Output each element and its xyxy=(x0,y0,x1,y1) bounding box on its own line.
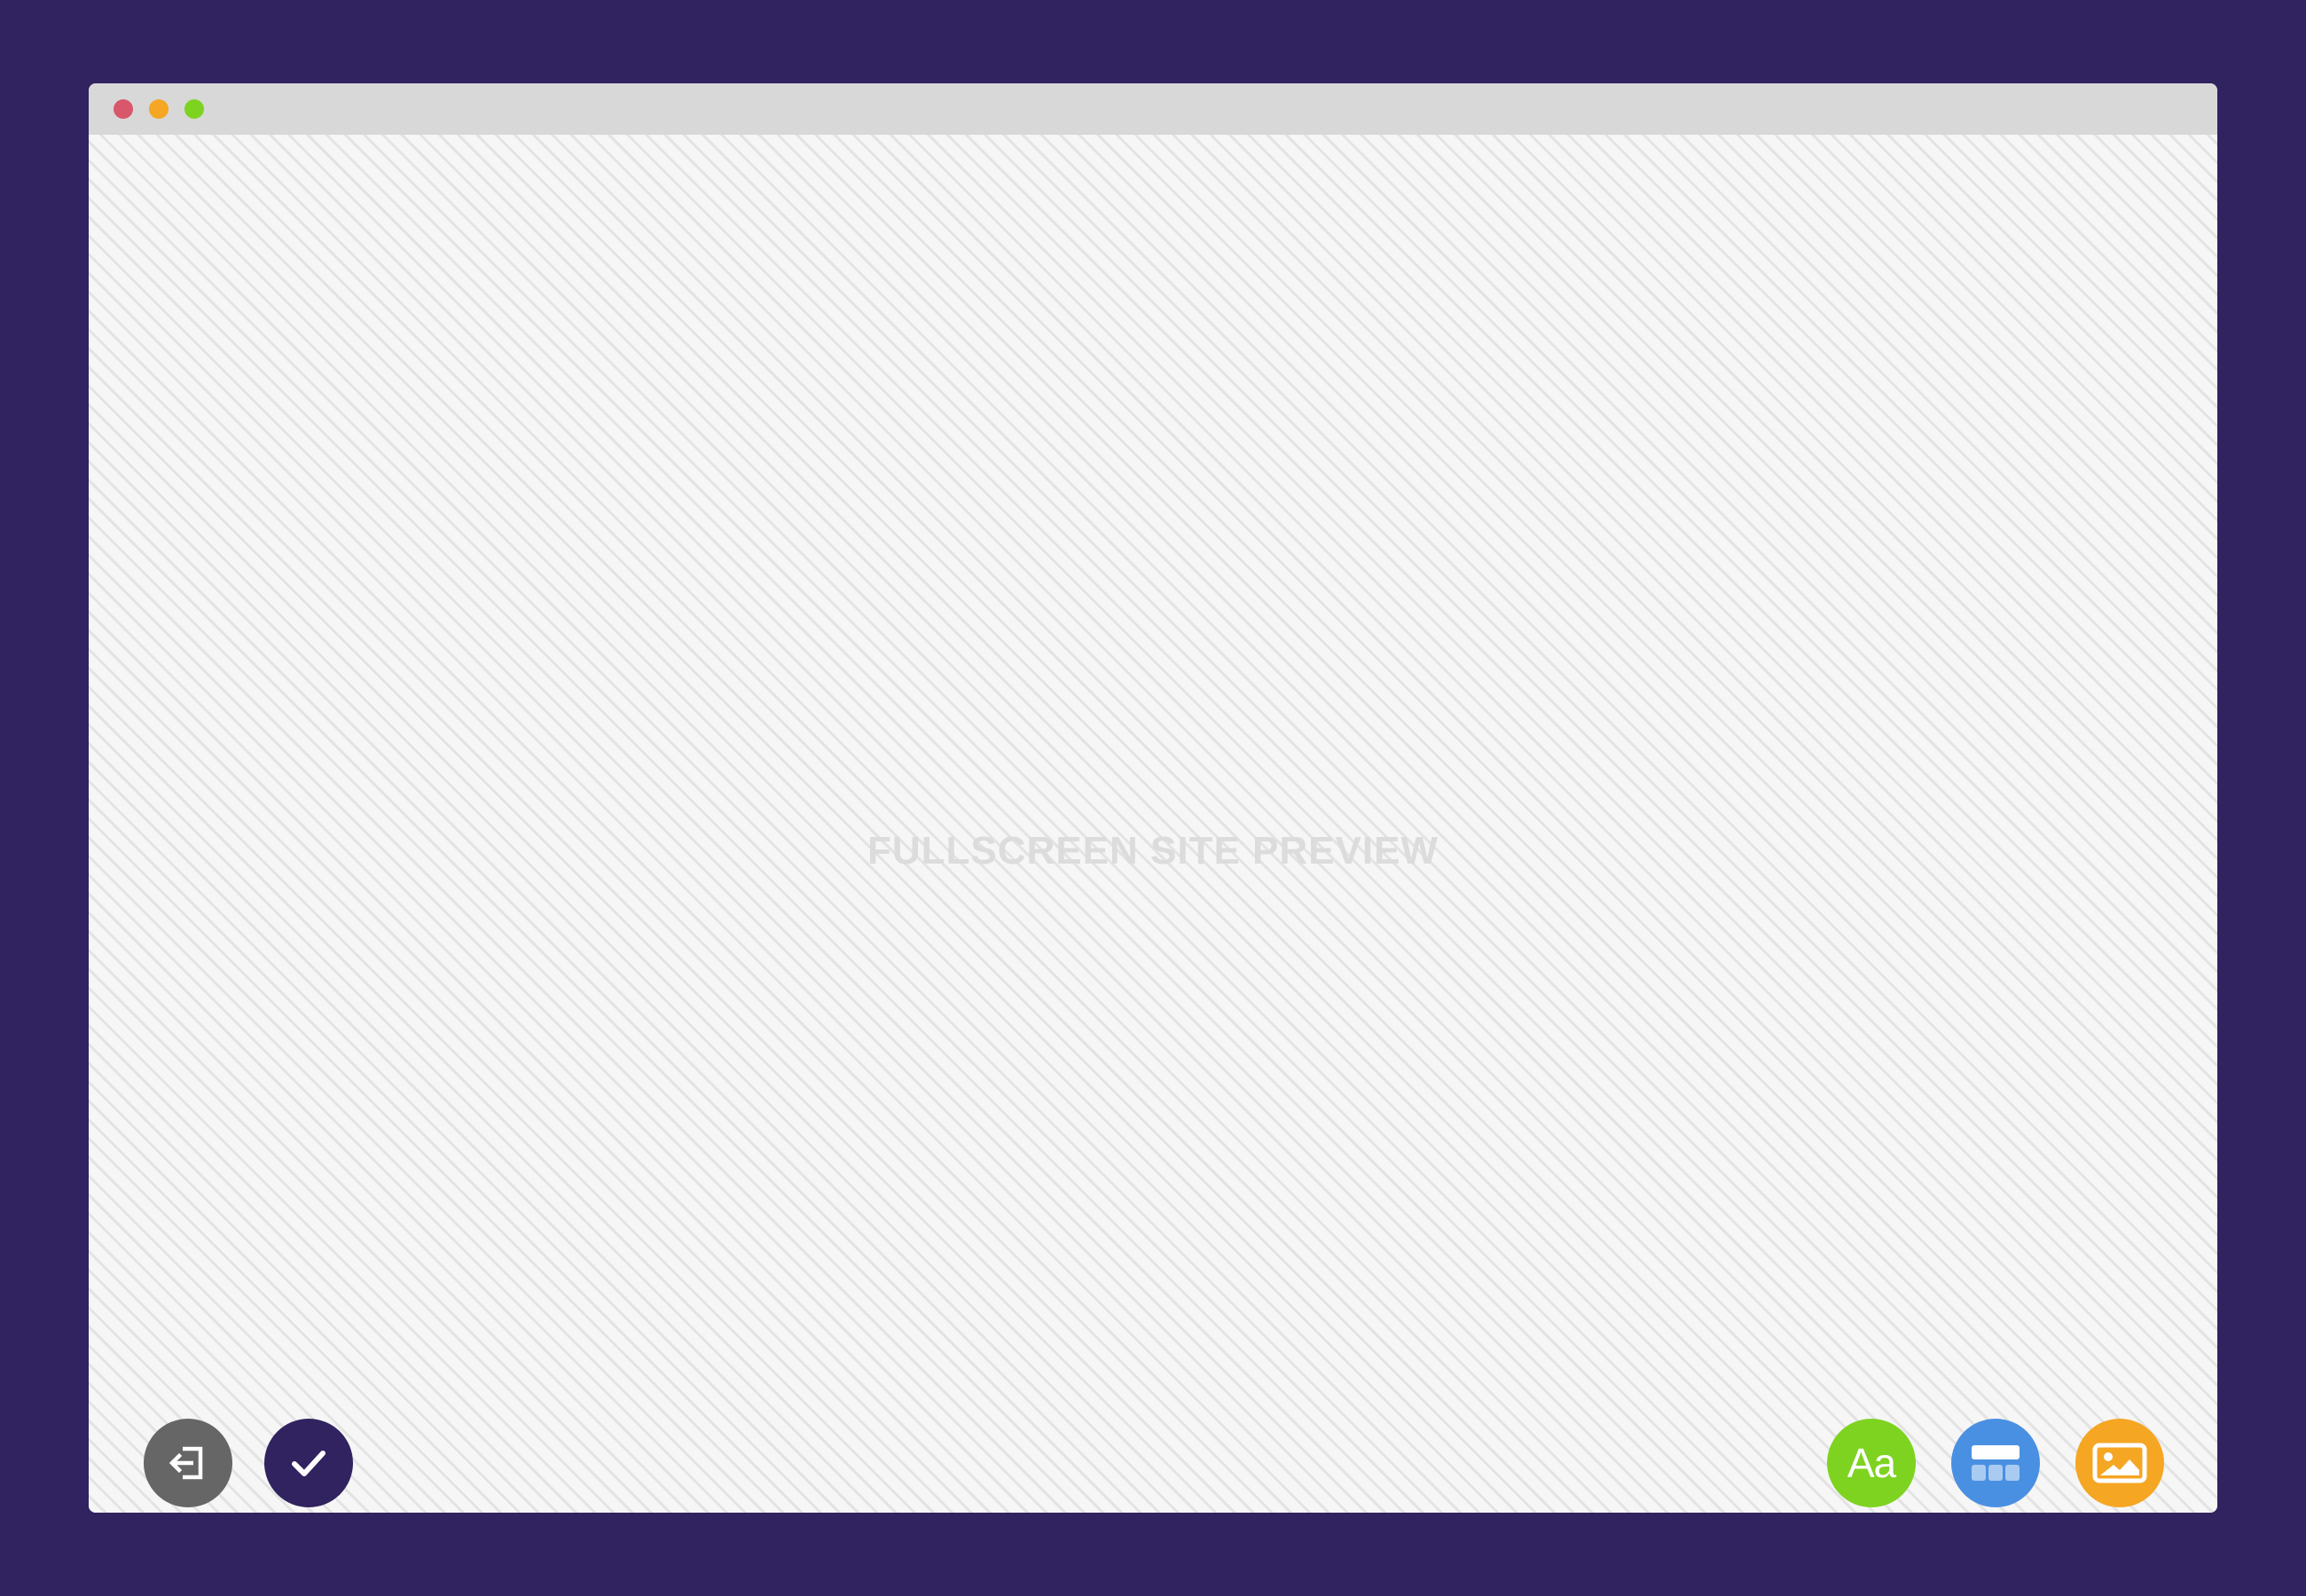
browser-window: FULLSCREEN SITE PREVIEW Aa xyxy=(89,83,2217,1513)
layout-icon xyxy=(1972,1445,2020,1481)
typography-button[interactable]: Aa xyxy=(1827,1419,1916,1507)
image-icon xyxy=(2092,1443,2147,1483)
sign-in-arrow-icon xyxy=(169,1446,203,1480)
preview-placeholder-label: FULLSCREEN SITE PREVIEW xyxy=(867,829,1439,872)
window-titlebar xyxy=(89,83,2217,135)
font-icon: Aa xyxy=(1847,1440,1896,1486)
zoom-window-button[interactable] xyxy=(184,99,204,119)
checkmark-icon xyxy=(292,1451,326,1476)
close-window-button[interactable] xyxy=(114,99,133,119)
layout-button[interactable] xyxy=(1951,1419,2040,1507)
image-button[interactable] xyxy=(2075,1419,2164,1507)
site-preview-area: FULLSCREEN SITE PREVIEW Aa xyxy=(89,135,2217,1513)
exit-preview-button[interactable] xyxy=(144,1419,232,1507)
confirm-button[interactable] xyxy=(264,1419,353,1507)
minimize-window-button[interactable] xyxy=(149,99,169,119)
